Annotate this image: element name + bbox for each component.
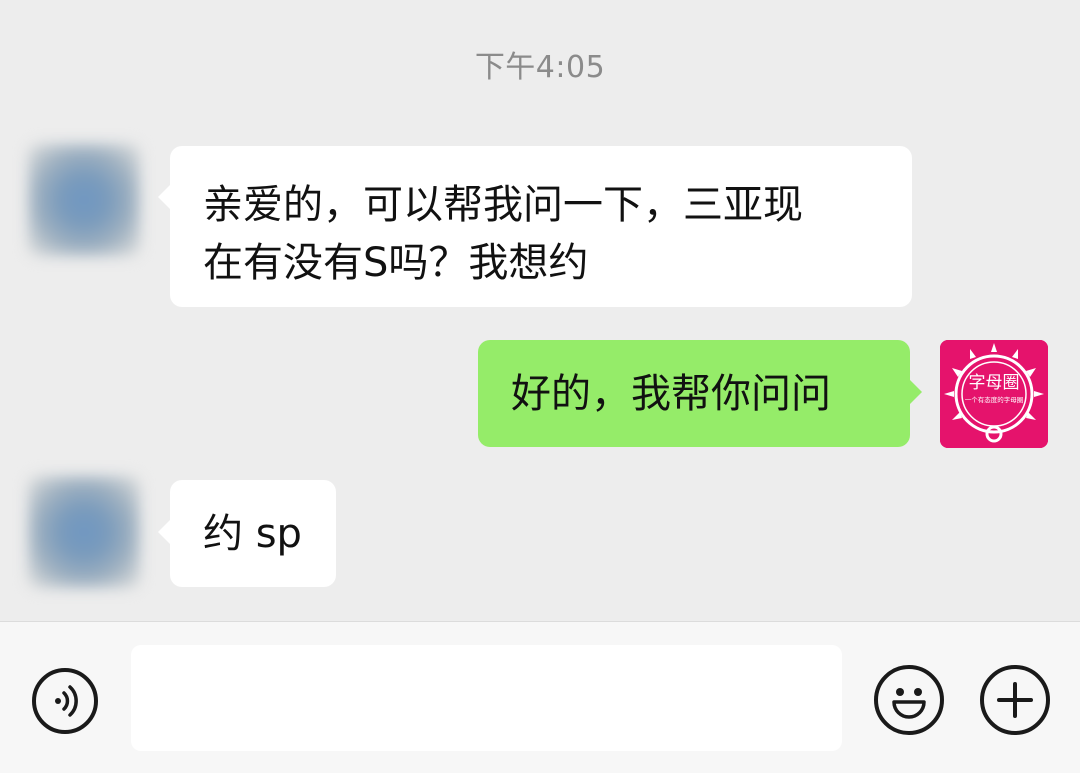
message-bubble-incoming[interactable]: 亲爱的，可以帮我问一下，三亚现 在有没有S吗？我想约 bbox=[170, 146, 912, 307]
message-text-line: 好的，我帮你问问 bbox=[511, 371, 831, 417]
contact-avatar[interactable] bbox=[28, 476, 140, 588]
logo-icon: 字母圈 一个有态度的字母圈 bbox=[940, 340, 1048, 448]
bubble-tail bbox=[158, 185, 170, 209]
input-bar bbox=[0, 621, 1080, 773]
contact-avatar[interactable] bbox=[28, 144, 140, 256]
emoji-button[interactable] bbox=[874, 665, 944, 735]
bubble-tail bbox=[910, 380, 922, 404]
voice-button[interactable] bbox=[32, 668, 98, 734]
plus-button[interactable] bbox=[980, 665, 1050, 735]
message-bubble-incoming[interactable]: 约 sp bbox=[170, 480, 336, 587]
chat-area: 下午4:05 亲爱的，可以帮我问一下，三亚现 在有没有S吗？我想约 好的，我帮你… bbox=[0, 0, 1080, 621]
message-text-line: 约 sp bbox=[203, 511, 302, 557]
message-timestamp: 下午4:05 bbox=[474, 50, 606, 85]
plus-icon bbox=[997, 682, 1033, 718]
self-avatar[interactable]: 字母圈 一个有态度的字母圈 bbox=[940, 340, 1048, 448]
message-bubble-outgoing[interactable]: 好的，我帮你问问 bbox=[478, 340, 910, 447]
bubble-tail bbox=[158, 520, 170, 544]
message-text-line: 在有没有S吗？我想约 bbox=[203, 240, 589, 286]
message-text-line: 亲爱的，可以帮我问一下，三亚现 bbox=[203, 182, 803, 228]
logo-subtitle: 一个有态度的字母圈 bbox=[965, 395, 1024, 404]
emoji-icon bbox=[892, 688, 926, 719]
logo-title: 字母圈 bbox=[969, 373, 1020, 393]
voice-icon bbox=[55, 685, 78, 717]
message-input[interactable] bbox=[131, 645, 842, 751]
